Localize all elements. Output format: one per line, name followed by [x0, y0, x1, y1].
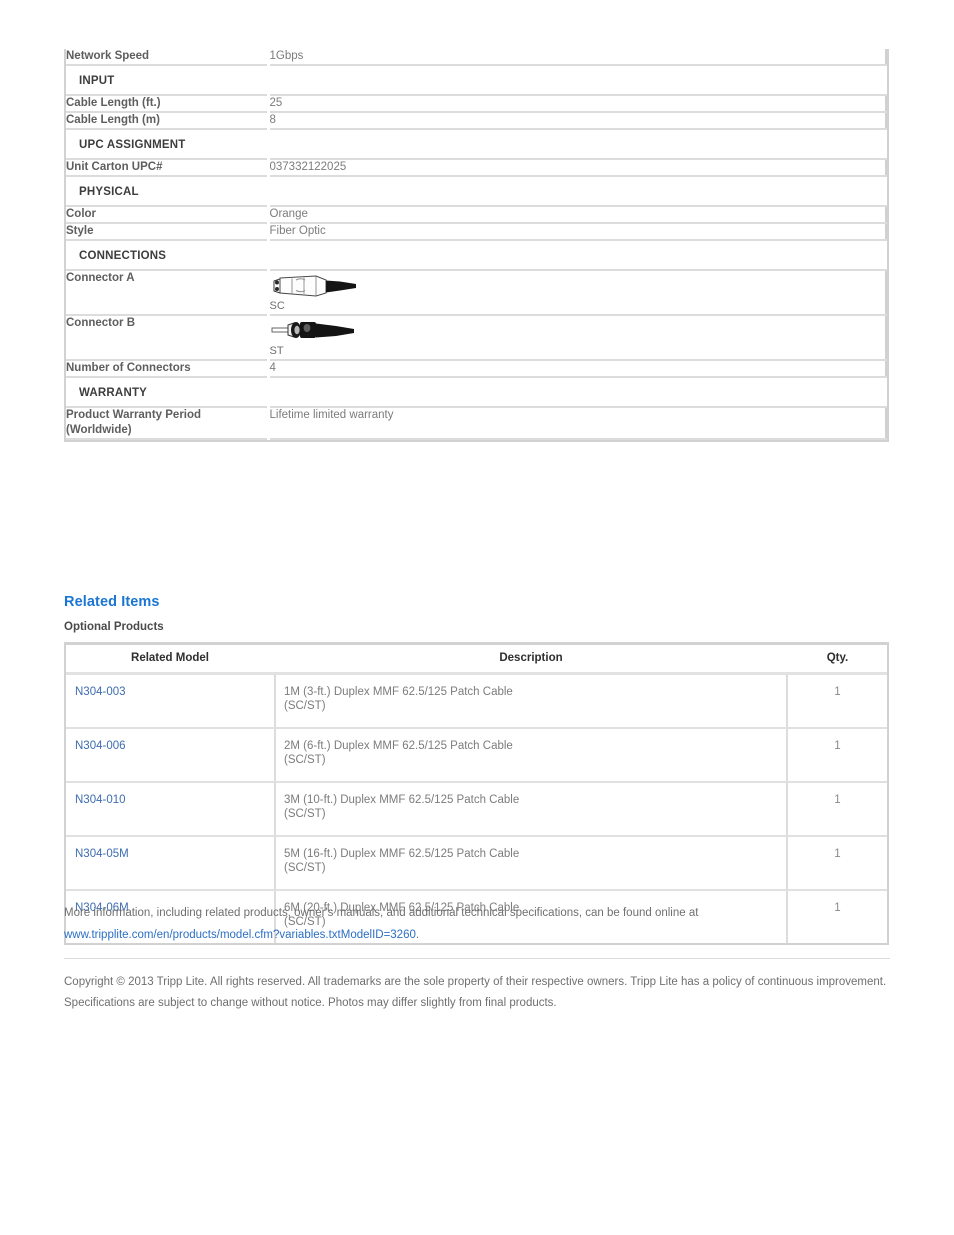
related-model-cell: N304-006	[66, 728, 276, 783]
more-information-period: .	[415, 929, 420, 941]
related-items-table-container: Related Model Description Qty. N304-003 1…	[64, 642, 889, 945]
spec-section-header-row: INPUT	[66, 65, 886, 96]
spec-section-header-row: CONNECTIONS	[66, 240, 886, 271]
table-header-row: Related Model Description Qty.	[66, 645, 887, 675]
column-header-description: Description	[275, 645, 788, 675]
sc-connector-icon	[273, 275, 356, 297]
spec-row: Number of Connectors 4	[66, 360, 887, 378]
description-line-1: 5M (16-ft.) Duplex MMF 62.5/125 Patch Ca…	[284, 848, 520, 860]
spec-value: 25	[266, 95, 887, 113]
spec-label: Connector A	[66, 270, 269, 316]
spec-section-spacer	[266, 129, 886, 160]
spec-section-spacer	[266, 176, 886, 207]
description-line-2: (SC/ST)	[284, 700, 326, 712]
more-information-paragraph: More information, including related prod…	[64, 902, 894, 946]
spec-label: Unit Carton UPC#	[66, 159, 269, 177]
spec-section-title: INPUT	[66, 65, 268, 96]
product-page-link[interactable]: www.tripplite.com/en/products/model.cfm?…	[64, 929, 416, 941]
spec-row: Connector A SC	[66, 270, 887, 316]
related-model-link[interactable]: N304-006	[75, 740, 126, 752]
description-line-2: (SC/ST)	[284, 754, 326, 766]
description-line-1: 3M (10-ft.) Duplex MMF 62.5/125 Patch Ca…	[284, 794, 520, 806]
spec-label: Cable Length (m)	[66, 112, 269, 130]
spec-section-header-row: PHYSICAL	[66, 176, 886, 207]
column-header-qty: Qty.	[787, 645, 887, 675]
spec-row: Color Orange	[66, 206, 887, 224]
copyright-notice: Copyright © 2013 Tripp Lite. All rights …	[64, 976, 887, 1009]
spec-row: Style Fiber Optic	[66, 223, 887, 241]
spec-value: 037332122025	[266, 159, 887, 177]
spec-label: Product Warranty Period (Worldwide)	[66, 407, 269, 440]
table-row: N304-010 3M (10-ft.) Duplex MMF 62.5/125 …	[66, 782, 887, 837]
spec-row: Cable Length (ft.) 25	[66, 95, 887, 113]
related-model-link[interactable]: N304-010	[75, 794, 126, 806]
column-header-related-model: Related Model	[66, 645, 276, 675]
related-model-cell: N304-05M	[66, 836, 276, 891]
spec-label: Number of Connectors	[66, 360, 269, 378]
description-line-2: (SC/ST)	[284, 808, 326, 820]
spec-value: 1Gbps	[266, 49, 887, 66]
spec-value: Fiber Optic	[266, 223, 887, 241]
spec-row: Product Warranty Period (Worldwide) Lifet…	[66, 407, 887, 440]
description-line-2: (SC/ST)	[284, 862, 326, 874]
specifications-table: Network Speed 1Gbps INPUT Cable Length (ft.…	[66, 49, 887, 440]
spec-value: 8	[266, 112, 887, 130]
connector-type-label: ST	[269, 345, 284, 357]
footer-divider	[64, 958, 890, 959]
related-model-link[interactable]: N304-05M	[75, 848, 129, 860]
spec-label: Cable Length (ft.)	[66, 95, 269, 113]
related-description-cell: 3M (10-ft.) Duplex MMF 62.5/125 Patch Ca…	[275, 782, 788, 837]
related-description-cell: 2M (6-ft.) Duplex MMF 62.5/125 Patch Cab…	[275, 728, 788, 783]
spec-section-title: CONNECTIONS	[66, 240, 268, 271]
spec-value: Orange	[266, 206, 887, 224]
related-qty-cell: 1	[787, 673, 887, 729]
connector-type-label: SC	[269, 300, 285, 312]
spec-row: Network Speed 1Gbps	[66, 49, 887, 66]
related-qty-cell: 1	[787, 728, 887, 783]
connector-graphic-block: SC	[270, 271, 886, 314]
related-items-heading: Related Items	[64, 594, 160, 610]
spec-value: 4	[266, 360, 887, 378]
spec-label: Network Speed	[66, 49, 269, 66]
spec-row: Connector B ST	[66, 315, 887, 361]
specifications-table-container: Network Speed 1Gbps INPUT Cable Length (ft.…	[64, 49, 889, 442]
related-description-cell: 1M (3-ft.) Duplex MMF 62.5/125 Patch Cab…	[275, 673, 788, 729]
optional-products-label: Optional Products	[64, 621, 164, 633]
spec-label: Style	[66, 223, 269, 241]
spec-section-title: PHYSICAL	[66, 176, 268, 207]
related-items-table: Related Model Description Qty. N304-003 1…	[66, 645, 887, 943]
table-row: N304-003 1M (3-ft.) Duplex MMF 62.5/125 P…	[66, 673, 887, 729]
related-model-link[interactable]: N304-003	[75, 686, 126, 698]
spec-row: Unit Carton UPC# 037332122025	[66, 159, 887, 177]
related-description-cell: 5M (16-ft.) Duplex MMF 62.5/125 Patch Ca…	[275, 836, 788, 891]
related-model-cell: N304-010	[66, 782, 276, 837]
related-qty-cell: 1	[787, 836, 887, 891]
spec-label: Color	[66, 206, 269, 224]
table-row: N304-05M 5M (16-ft.) Duplex MMF 62.5/125 …	[66, 836, 887, 891]
spec-label: Connector B	[66, 315, 269, 361]
spec-value: ST	[266, 315, 887, 361]
spec-section-spacer	[266, 377, 886, 408]
description-line-1: 2M (6-ft.) Duplex MMF 62.5/125 Patch Cab…	[284, 740, 513, 752]
spec-section-spacer	[266, 240, 886, 271]
spec-row: Cable Length (m) 8	[66, 112, 887, 130]
more-information-text: More information, including related prod…	[64, 907, 699, 919]
spec-section-header-row: WARRANTY	[66, 377, 886, 408]
spec-section-header-row: UPC ASSIGNMENT	[66, 129, 886, 160]
description-line-1: 1M (3-ft.) Duplex MMF 62.5/125 Patch Cab…	[284, 686, 513, 698]
spec-section-spacer	[266, 65, 886, 96]
connector-graphic-block: ST	[270, 316, 886, 359]
st-connector-icon	[271, 322, 354, 338]
related-qty-cell: 1	[787, 782, 887, 837]
related-model-cell: N304-003	[66, 673, 276, 729]
spec-value: SC	[266, 270, 887, 316]
table-row: N304-006 2M (6-ft.) Duplex MMF 62.5/125 P…	[66, 728, 887, 783]
spec-section-title: WARRANTY	[66, 377, 268, 408]
spec-value: Lifetime limited warranty	[266, 407, 887, 440]
spec-section-title: UPC ASSIGNMENT	[66, 129, 268, 160]
